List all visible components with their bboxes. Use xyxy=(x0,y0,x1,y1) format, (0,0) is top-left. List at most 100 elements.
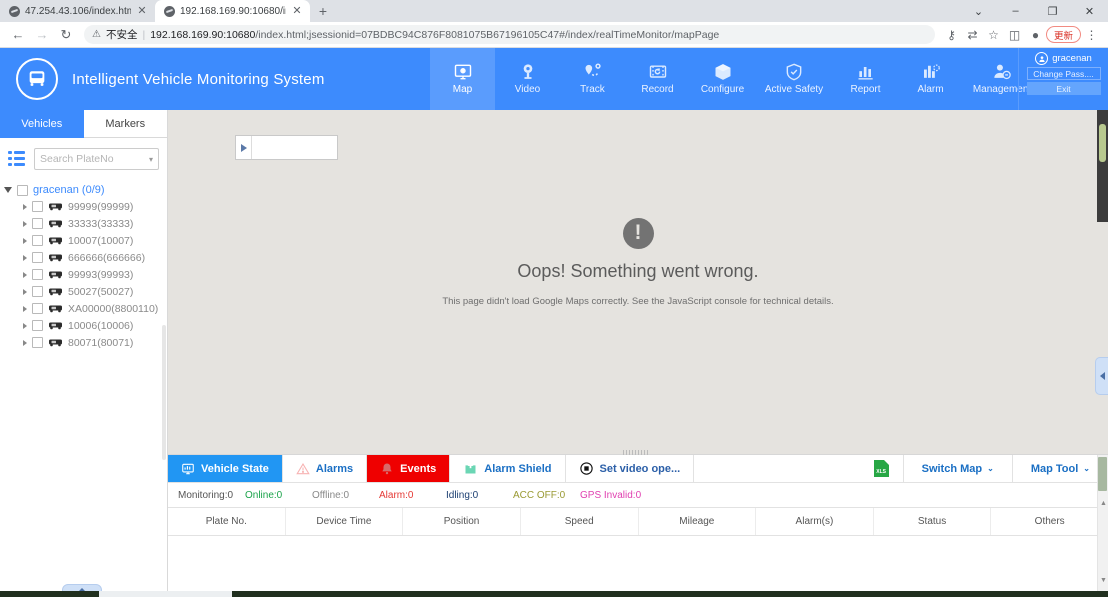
maximize-icon[interactable]: ❐ xyxy=(1034,0,1071,22)
chevron-right-icon[interactable] xyxy=(23,271,27,278)
checkbox[interactable] xyxy=(32,252,43,263)
search-input[interactable]: Search PlateNo ▾ xyxy=(34,148,159,170)
tab-vehicle-state[interactable]: Vehicle State xyxy=(168,455,283,482)
nav-label: Configure xyxy=(700,84,745,95)
checkbox[interactable] xyxy=(32,218,43,229)
profile-icon[interactable]: ● xyxy=(1025,24,1046,45)
minimize-icon[interactable]: – xyxy=(997,0,1034,22)
chevron-right-icon[interactable] xyxy=(23,237,27,244)
forward-icon[interactable]: → xyxy=(30,23,54,47)
chevron-right-icon[interactable] xyxy=(23,203,27,210)
table-header-cell[interactable]: Speed xyxy=(521,508,639,535)
tree-node[interactable]: 33333(33333) xyxy=(0,215,167,232)
close-window-icon[interactable]: ✕ xyxy=(1071,0,1108,22)
table-scrollbar[interactable]: ▲ ▼ xyxy=(1097,455,1108,597)
expand-arrow-icon[interactable] xyxy=(236,136,252,159)
nav-item-record[interactable]: Record xyxy=(625,48,690,110)
table-header-cell[interactable]: Others xyxy=(991,508,1108,535)
resize-grip[interactable] xyxy=(623,450,649,455)
tree-node[interactable]: 99999(99999) xyxy=(0,198,167,215)
scrollbar-thumb[interactable] xyxy=(1098,457,1107,491)
sidepanel-icon[interactable]: ◫ xyxy=(1004,24,1025,45)
table-header-cell[interactable]: Alarm(s) xyxy=(756,508,874,535)
sidebar-scrollbar[interactable] xyxy=(162,325,166,460)
browser-menu-icon[interactable]: ⋮ xyxy=(1081,24,1102,45)
xls-export-icon[interactable]: XLS xyxy=(873,460,889,477)
map-area[interactable]: ! Oops! Something went wrong. This page … xyxy=(168,110,1108,454)
page-scrollbar-thumb[interactable] xyxy=(1099,124,1106,162)
checkbox[interactable] xyxy=(32,337,43,348)
map-float-panel[interactable] xyxy=(235,135,338,160)
tree-root[interactable]: gracenan (0/9) xyxy=(0,182,167,198)
nav-item-track[interactable]: Track xyxy=(560,48,625,110)
nav-item-configure[interactable]: Configure xyxy=(690,48,755,110)
table-header-cell[interactable]: Plate No. xyxy=(168,508,286,535)
chevron-down-icon[interactable]: ▾ xyxy=(149,155,153,164)
page-title: Intelligent Vehicle Monitoring System xyxy=(72,70,325,88)
chevron-right-icon[interactable] xyxy=(23,288,27,295)
scroll-up-icon[interactable]: ▲ xyxy=(1099,499,1108,508)
nav-label: Video xyxy=(514,84,541,95)
checkbox[interactable] xyxy=(17,184,28,196)
nav-item-active-safety[interactable]: Active Safety xyxy=(755,48,833,110)
tree-node[interactable]: 50027(50027) xyxy=(0,283,167,300)
tree-node[interactable]: 99993(99993) xyxy=(0,266,167,283)
chevron-right-icon[interactable] xyxy=(23,305,27,312)
checkbox[interactable] xyxy=(32,269,43,280)
switch-map-button[interactable]: Switch Map ⌄ xyxy=(904,455,1013,482)
tree-node[interactable]: 666666(666666) xyxy=(0,249,167,266)
share-icon[interactable]: ⇄ xyxy=(962,24,983,45)
bookmark-star-icon[interactable]: ☆ xyxy=(983,24,1004,45)
update-button[interactable]: 更新 xyxy=(1045,26,1081,43)
chevron-down-icon[interactable] xyxy=(4,187,12,193)
checkbox[interactable] xyxy=(32,235,43,246)
tree-node[interactable]: 10006(10006) xyxy=(0,317,167,334)
checkbox[interactable] xyxy=(32,320,43,331)
checkbox[interactable] xyxy=(32,303,43,314)
tab-alarms[interactable]: Alarms xyxy=(282,455,368,482)
map-tool-button[interactable]: Map Tool ⌄ xyxy=(1013,455,1108,482)
browser-tab-1[interactable]: 47.254.43.106/index.html;jsess ✕ xyxy=(0,0,155,22)
close-icon[interactable]: ✕ xyxy=(291,5,303,17)
browser-tab-2[interactable]: 192.168.169.90:10680/index.h ✕ xyxy=(155,0,310,22)
table-header-cell[interactable]: Position xyxy=(403,508,521,535)
nav-label: Track xyxy=(580,84,605,95)
change-password-button[interactable]: Change Pass.... xyxy=(1026,67,1101,80)
scroll-down-icon[interactable]: ▼ xyxy=(1099,576,1108,585)
chevron-right-icon[interactable] xyxy=(23,339,27,346)
address-bar[interactable]: ⚠ 不安全 | 192.168.169.90:10680/index.html;… xyxy=(84,25,935,44)
table-header-cell[interactable]: Status xyxy=(874,508,992,535)
close-icon[interactable]: ✕ xyxy=(136,5,148,17)
tab-set-video-operation[interactable]: Set video ope... xyxy=(565,455,695,482)
tree-node[interactable]: 80071(80071) xyxy=(0,334,167,351)
tree-node[interactable]: XA00000(8800110) xyxy=(0,300,167,317)
application-root: Intelligent Vehicle Monitoring System Ma… xyxy=(0,48,1108,597)
tab-alarm-shield[interactable]: Alarm Shield xyxy=(450,455,566,482)
right-panel-collapse-toggle[interactable] xyxy=(1095,357,1108,395)
list-view-icon[interactable] xyxy=(8,151,28,167)
key-icon[interactable]: ⚷ xyxy=(941,24,962,45)
new-tab-button[interactable]: + xyxy=(310,0,336,22)
sidebar-tab-markers[interactable]: Markers xyxy=(83,110,167,138)
chevron-right-icon[interactable] xyxy=(23,220,27,227)
nav-item-video[interactable]: Video xyxy=(495,48,560,110)
tab-events[interactable]: Events xyxy=(367,455,451,482)
nav-item-map[interactable]: Map xyxy=(430,48,495,110)
sidebar-tab-vehicles[interactable]: Vehicles xyxy=(0,110,84,138)
table-header-cell[interactable]: Device Time xyxy=(286,508,404,535)
map-tool-label: Map Tool xyxy=(1030,462,1079,475)
back-icon[interactable]: ← xyxy=(6,23,30,47)
nav-item-report[interactable]: Report xyxy=(833,48,898,110)
tab-search-icon[interactable]: ⌄ xyxy=(960,0,997,22)
page-scrollbar[interactable] xyxy=(1097,110,1108,222)
checkbox[interactable] xyxy=(32,286,43,297)
chevron-right-icon[interactable] xyxy=(23,254,27,261)
exit-button[interactable]: Exit xyxy=(1026,82,1101,95)
bottom-edge xyxy=(0,589,1108,597)
chevron-right-icon[interactable] xyxy=(23,322,27,329)
tree-node[interactable]: 10007(10007) xyxy=(0,232,167,249)
checkbox[interactable] xyxy=(32,201,43,212)
nav-item-alarm[interactable]: Alarm xyxy=(898,48,963,110)
table-header-cell[interactable]: Mileage xyxy=(639,508,757,535)
reload-icon[interactable]: ↻ xyxy=(54,23,78,47)
